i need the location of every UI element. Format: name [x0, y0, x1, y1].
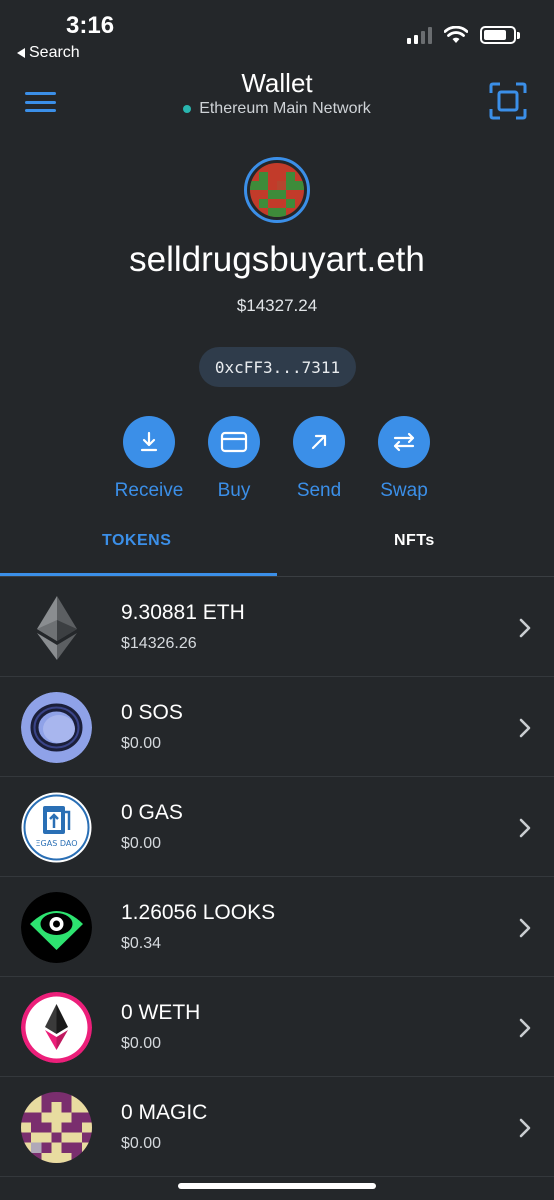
- tab-tokens[interactable]: TOKENS: [102, 532, 171, 550]
- cellular-signal-icon: [407, 26, 432, 44]
- pixel-avatar-icon: [250, 163, 304, 217]
- download-icon: [123, 416, 175, 468]
- receive-label: Receive: [114, 480, 184, 501]
- wifi-icon: [444, 26, 468, 43]
- page-title: Wallet: [241, 68, 313, 98]
- token-amount: 9.30881 ETH: [121, 601, 245, 624]
- token-row-looks[interactable]: 1.26056 LOOKS $0.34: [0, 877, 554, 977]
- status-icons: [407, 26, 520, 44]
- battery-icon: [480, 26, 520, 44]
- scan-qr-button[interactable]: [489, 82, 527, 120]
- token-amount: 0 GAS: [121, 801, 183, 824]
- chevron-right-icon: [519, 618, 531, 638]
- chevron-right-icon: [519, 718, 531, 738]
- sos-icon: [21, 692, 92, 763]
- token-row-sos[interactable]: 0 SOS $0.00: [0, 677, 554, 777]
- token-fiat-value: $14326.26: [121, 635, 197, 652]
- buy-button[interactable]: Buy: [189, 416, 279, 502]
- chevron-right-icon: [519, 818, 531, 838]
- chevron-right-icon: [519, 1118, 531, 1138]
- network-status-dot: [183, 105, 192, 113]
- swap-label: Swap: [380, 480, 428, 501]
- tab-nfts[interactable]: NFTs: [394, 532, 435, 550]
- gas-dao-icon: ΞGAS DAO: [21, 792, 92, 863]
- arrow-up-right-icon: [293, 416, 345, 468]
- receive-button[interactable]: Receive: [104, 416, 194, 502]
- token-fiat-value: $0.00: [121, 1135, 162, 1152]
- back-to-search-link[interactable]: Search: [17, 44, 80, 62]
- token-fiat-value: $0.00: [121, 1035, 162, 1052]
- token-fiat-value: $0.00: [121, 835, 162, 852]
- token-amount: 0 WETH: [121, 1001, 201, 1024]
- weth-icon: [21, 992, 92, 1063]
- chevron-right-icon: [519, 1018, 531, 1038]
- token-amount: 1.26056 LOOKS: [121, 901, 276, 924]
- back-label: Search: [29, 44, 80, 61]
- send-button[interactable]: Send: [274, 416, 364, 502]
- account-address-button[interactable]: 0xcFF3...7311: [199, 347, 356, 387]
- network-selector[interactable]: Ethereum Main Network: [0, 100, 554, 118]
- active-tab-indicator: [0, 573, 277, 576]
- token-amount: 0 MAGIC: [121, 1101, 208, 1124]
- token-row-magic[interactable]: 0 MAGIC $0.00: [0, 1077, 554, 1177]
- looks-icon: [21, 892, 92, 963]
- token-fiat-value: $0.34: [121, 935, 162, 952]
- back-arrow-icon: [17, 48, 25, 58]
- token-list: 9.30881 ETH $14326.26 0 SOS $0.00 ΞGAS D…: [0, 577, 554, 1177]
- token-row-weth[interactable]: 0 WETH $0.00: [0, 977, 554, 1077]
- token-amount: 0 SOS: [121, 701, 183, 724]
- ethereum-icon: [21, 592, 92, 663]
- account-name: selldrugsbuyart.eth: [129, 240, 425, 279]
- home-indicator[interactable]: [178, 1183, 376, 1189]
- network-name: Ethereum Main Network: [199, 100, 371, 117]
- gas-dao-icon-text: ΞGAS DAO: [36, 839, 78, 848]
- token-fiat-value: $0.00: [121, 735, 162, 752]
- token-row-gas[interactable]: ΞGAS DAO 0 GAS $0.00: [0, 777, 554, 877]
- status-time: 3:16: [66, 12, 115, 39]
- swap-button[interactable]: Swap: [359, 416, 449, 502]
- chevron-right-icon: [519, 918, 531, 938]
- account-balance: $14327.24: [236, 296, 318, 315]
- card-icon: [208, 416, 260, 468]
- account-avatar[interactable]: [244, 157, 310, 223]
- buy-label: Buy: [217, 480, 251, 501]
- token-row-eth[interactable]: 9.30881 ETH $14326.26: [0, 577, 554, 677]
- magic-icon: [21, 1092, 92, 1163]
- swap-icon: [378, 416, 430, 468]
- send-label: Send: [296, 480, 342, 501]
